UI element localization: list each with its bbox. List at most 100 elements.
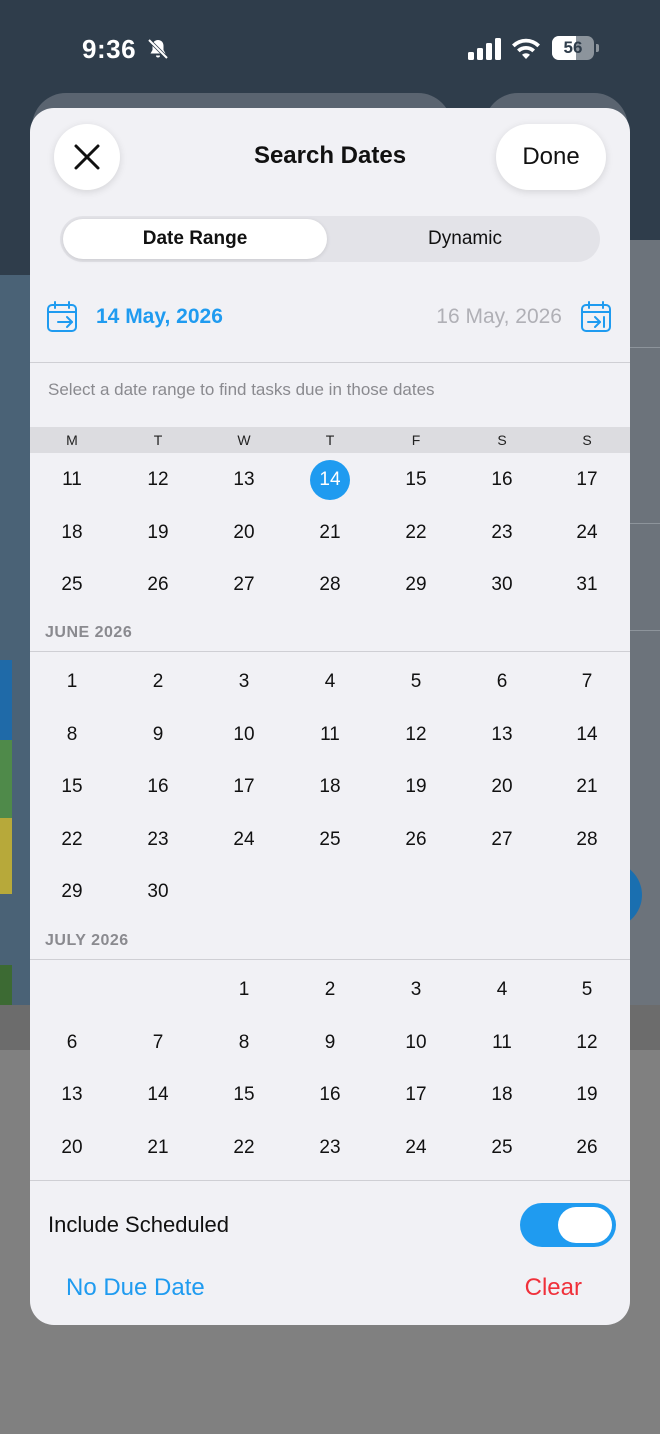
calendar-day[interactable]: 27: [224, 565, 264, 605]
start-date[interactable]: 14 May, 2026: [96, 305, 223, 329]
calendar-day[interactable]: 23: [482, 513, 522, 553]
calendar-day[interactable]: 7: [138, 1023, 178, 1063]
status-bar: 9:36 56: [0, 0, 660, 95]
signal-icon: [468, 38, 501, 60]
calendar-day[interactable]: 15: [224, 1075, 264, 1115]
weekday-label: S: [582, 432, 592, 448]
calendar-day[interactable]: 24: [224, 820, 264, 860]
calendar-day[interactable]: 17: [567, 460, 607, 500]
calendar-day[interactable]: 16: [138, 767, 178, 807]
calendar-day[interactable]: 28: [567, 820, 607, 860]
calendar-day[interactable]: 15: [52, 767, 92, 807]
calendar-day[interactable]: 25: [52, 565, 92, 605]
calendar-day[interactable]: 22: [396, 513, 436, 553]
bell-slash-icon: [147, 38, 169, 60]
calendar-day[interactable]: 20: [52, 1128, 92, 1168]
no-due-date-button[interactable]: No Due Date: [66, 1274, 205, 1302]
calendar-day[interactable]: 20: [224, 513, 264, 553]
calendar-day[interactable]: 19: [396, 767, 436, 807]
clear-button[interactable]: Clear: [525, 1274, 582, 1302]
calendar-day[interactable]: 18: [310, 767, 350, 807]
calendar-day[interactable]: 16: [482, 460, 522, 500]
background-stripe: [0, 740, 12, 818]
calendar-day[interactable]: 11: [52, 460, 92, 500]
calendar-day[interactable]: 5: [567, 970, 607, 1010]
calendar-day[interactable]: 9: [310, 1023, 350, 1063]
calendar-day[interactable]: 4: [310, 662, 350, 702]
done-button[interactable]: Done: [496, 124, 606, 190]
end-date[interactable]: 16 May, 2026: [436, 305, 562, 329]
calendar-day[interactable]: 26: [138, 565, 178, 605]
weekday-label: S: [497, 432, 507, 448]
calendar-day[interactable]: 22: [224, 1128, 264, 1168]
calendar-day[interactable]: 8: [224, 1023, 264, 1063]
calendar-day[interactable]: 28: [310, 565, 350, 605]
weekday-header: MTWTFSS: [30, 427, 630, 453]
calendar-day[interactable]: 20: [482, 767, 522, 807]
calendar-day[interactable]: 17: [396, 1075, 436, 1115]
calendar-day[interactable]: 15: [396, 460, 436, 500]
calendar-day[interactable]: 25: [310, 820, 350, 860]
calendar-day[interactable]: 30: [138, 872, 178, 912]
calendar-day[interactable]: 6: [482, 662, 522, 702]
calendar-day[interactable]: 11: [310, 715, 350, 755]
calendar-day[interactable]: 19: [567, 1075, 607, 1115]
weekday-label: M: [66, 432, 78, 448]
calendar-day[interactable]: 10: [396, 1023, 436, 1063]
calendar-day[interactable]: 2: [310, 970, 350, 1010]
background-stripe: [0, 965, 12, 1005]
calendar-day[interactable]: 23: [138, 820, 178, 860]
calendar-day[interactable]: 3: [224, 662, 264, 702]
calendar-day[interactable]: 26: [396, 820, 436, 860]
calendar-day[interactable]: 30: [482, 565, 522, 605]
calendar-day[interactable]: 17: [224, 767, 264, 807]
calendar-day[interactable]: 18: [482, 1075, 522, 1115]
calendar-day[interactable]: 5: [396, 662, 436, 702]
calendar-day[interactable]: 27: [482, 820, 522, 860]
calendar-day[interactable]: 24: [396, 1128, 436, 1168]
calendar-day[interactable]: 6: [52, 1023, 92, 1063]
calendar-day[interactable]: 1: [224, 970, 264, 1010]
calendar-day[interactable]: 7: [567, 662, 607, 702]
calendar-day[interactable]: 29: [396, 565, 436, 605]
calendar-day[interactable]: 3: [396, 970, 436, 1010]
calendar-day[interactable]: 13: [224, 460, 264, 500]
calendar-day[interactable]: 23: [310, 1128, 350, 1168]
calendar-day[interactable]: 24: [567, 513, 607, 553]
calendar-end-icon[interactable]: [580, 300, 614, 334]
calendar-day[interactable]: 16: [310, 1075, 350, 1115]
calendar-day[interactable]: 12: [138, 460, 178, 500]
segment-date-range[interactable]: Date Range: [63, 219, 327, 259]
calendar-day[interactable]: 22: [52, 820, 92, 860]
calendar-day[interactable]: 1: [52, 662, 92, 702]
calendar-day[interactable]: 21: [567, 767, 607, 807]
calendar-day[interactable]: 10: [224, 715, 264, 755]
date-range-row: 14 May, 2026 16 May, 2026: [30, 284, 630, 352]
calendar-day[interactable]: 21: [310, 513, 350, 553]
calendar-day[interactable]: 26: [567, 1128, 607, 1168]
calendar-day[interactable]: 8: [52, 715, 92, 755]
calendar-day[interactable]: 25: [482, 1128, 522, 1168]
calendar-day[interactable]: 9: [138, 715, 178, 755]
divider: [30, 1180, 630, 1181]
segment-dynamic[interactable]: Dynamic: [333, 219, 597, 259]
calendar-day[interactable]: 14: [138, 1075, 178, 1115]
mode-segmented-control: Date Range Dynamic: [60, 216, 600, 262]
calendar-start-icon[interactable]: [46, 300, 80, 334]
calendar-day[interactable]: 12: [396, 715, 436, 755]
calendar-day[interactable]: 19: [138, 513, 178, 553]
include-scheduled-toggle[interactable]: [520, 1203, 616, 1247]
calendar-day[interactable]: 4: [482, 970, 522, 1010]
calendar-day[interactable]: 29: [52, 872, 92, 912]
calendar-day-selected[interactable]: 14: [310, 460, 350, 500]
calendar-day[interactable]: 18: [52, 513, 92, 553]
calendar-day[interactable]: 31: [567, 565, 607, 605]
calendar-day[interactable]: 11: [482, 1023, 522, 1063]
month-label: JULY 2026: [45, 932, 129, 949]
calendar-day[interactable]: 12: [567, 1023, 607, 1063]
calendar-day[interactable]: 14: [567, 715, 607, 755]
calendar-day[interactable]: 13: [52, 1075, 92, 1115]
calendar-day[interactable]: 2: [138, 662, 178, 702]
calendar-day[interactable]: 21: [138, 1128, 178, 1168]
calendar-day[interactable]: 13: [482, 715, 522, 755]
